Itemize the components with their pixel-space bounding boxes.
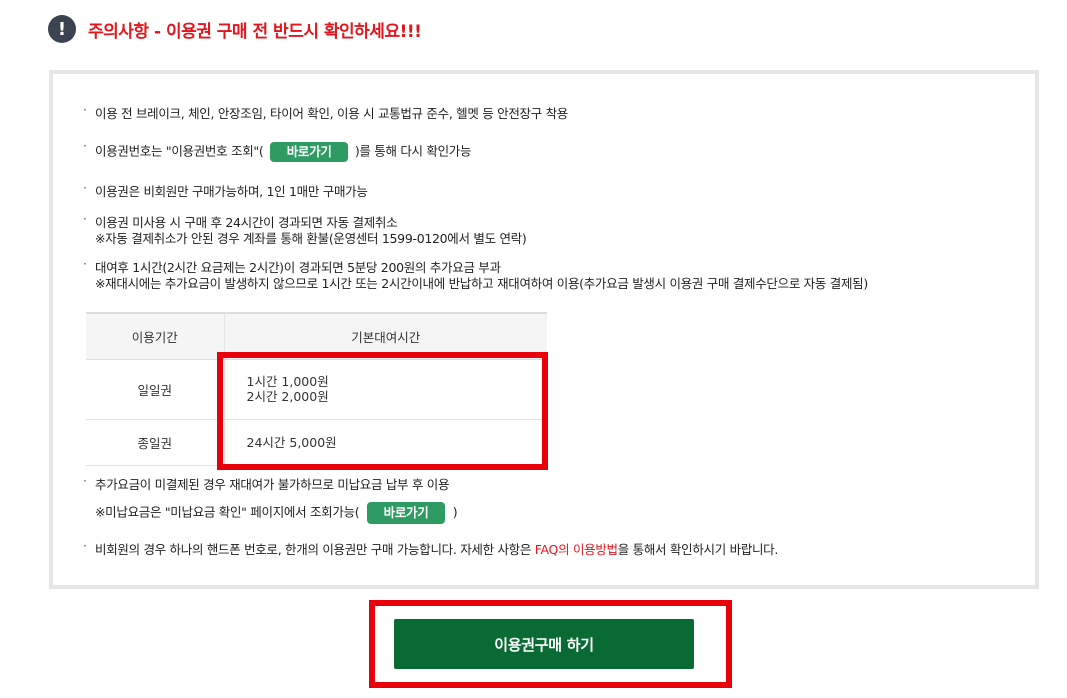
bullet-dot: · [83, 257, 87, 271]
table-header-row: 이용기간 기본대여시간 [86, 312, 547, 360]
fee-line: 2시간 2,000원 [246, 389, 329, 404]
notice-header: ! 주의사항 - 이용권 구매 전 반드시 확인하세요!!! [48, 14, 422, 44]
notice-box: · 이용 전 브레이크, 체인, 안장조임, 타이어 확인, 이용 시 교통법규… [49, 70, 1039, 589]
notice-subtext: ) [452, 504, 458, 520]
notice-text: 이용권은 비회원만 구매가능하며, 1인 1매만 구매가능 [95, 184, 368, 199]
bullet-dot: · [83, 139, 87, 153]
bullet-dot: · [83, 474, 87, 488]
bullet-dot: · [83, 539, 87, 553]
purchase-ticket-button[interactable]: 이용권구매 하기 [394, 619, 694, 669]
notice-text: 이용권 미사용 시 구매 후 24시간이 경과되면 자동 결제취소 [95, 215, 398, 230]
bullet-dot: · [83, 212, 87, 226]
table-cell-period: 일일권 [86, 359, 225, 420]
unpaid-fee-shortcut-button[interactable]: 바로가기 [367, 502, 446, 524]
table-row: 일일권 1시간 1,000원 2시간 2,000원 [86, 359, 547, 420]
exclamation-icon: ! [48, 15, 76, 43]
notice-item-one-ticket: · 비회원의 경우 하나의 핸드폰 번호로, 한개의 이용권만 구매 가능합니다… [83, 539, 779, 558]
fee-table: 이용기간 기본대여시간 일일권 1시간 1,000원 2시간 2,000원 종일… [86, 312, 547, 466]
bullet-dot: · [83, 181, 87, 195]
bullet-dot: · [83, 103, 87, 117]
notice-subtext: ※자동 결제취소가 안된 경우 계좌를 통해 환불(운영센터 1599-0120… [95, 231, 527, 246]
notice-text: 이용권번호는 "이용권번호 조회"( [95, 143, 264, 159]
notice-text: 을 통해서 확인하시기 바랍니다. [617, 542, 779, 557]
notice-text: 대여후 1시간(2시간 요금제는 2시간)이 경과되면 5분당 200원의 추가… [95, 260, 501, 275]
table-cell-fee: 24시간 5,000원 [224, 419, 547, 466]
notice-item-safety: · 이용 전 브레이크, 체인, 안장조임, 타이어 확인, 이용 시 교통법규… [83, 103, 568, 122]
table-cell-fee: 1시간 1,000원 2시간 2,000원 [224, 359, 547, 420]
table-header: 이용기간 [86, 312, 225, 360]
table-row: 종일권 24시간 5,000원 [86, 419, 547, 466]
faq-usage-link[interactable]: FAQ의 이용방법 [535, 542, 618, 557]
notice-subtext: ※미납요금은 "미납요금 확인" 페이지에서 조회가능( [95, 504, 360, 520]
notice-subtext: ※재대시에는 추가요금이 발생하지 않으므로 1시간 또는 2시간이내에 반납하… [95, 276, 868, 291]
notice-item-auto-cancel: · 이용권 미사용 시 구매 후 24시간이 경과되면 자동 결제취소 ※자동 … [83, 212, 527, 247]
notice-text: 추가요금이 미결제된 경우 재대여가 불가하므로 미납요금 납부 후 이용 [95, 477, 450, 492]
notice-item-nonmember: · 이용권은 비회원만 구매가능하며, 1인 1매만 구매가능 [83, 181, 368, 200]
notice-text: 이용 전 브레이크, 체인, 안장조임, 타이어 확인, 이용 시 교통법규 준… [95, 106, 568, 121]
notice-item-extra-fee: · 대여후 1시간(2시간 요금제는 2시간)이 경과되면 5분당 200원의 … [83, 257, 868, 292]
notice-text: 비회원의 경우 하나의 핸드폰 번호로, 한개의 이용권만 구매 가능합니다. … [95, 542, 535, 557]
notice-item-ticket-number: · 이용권번호는 "이용권번호 조회"( 바로가기 )를 통해 다시 확인가능 [83, 139, 472, 162]
fee-line: 1시간 1,000원 [246, 374, 329, 389]
notice-item-unpaid: · 추가요금이 미결제된 경우 재대여가 불가하므로 미납요금 납부 후 이용 … [83, 474, 458, 524]
table-header: 기본대여시간 [224, 312, 547, 360]
notice-title: 주의사항 - 이용권 구매 전 반드시 확인하세요!!! [88, 21, 422, 42]
fee-line: 24시간 5,000원 [246, 434, 337, 450]
ticket-lookup-shortcut-button[interactable]: 바로가기 [270, 142, 349, 162]
notice-text: )를 통해 다시 확인가능 [354, 143, 472, 159]
table-cell-period: 종일권 [86, 419, 225, 466]
